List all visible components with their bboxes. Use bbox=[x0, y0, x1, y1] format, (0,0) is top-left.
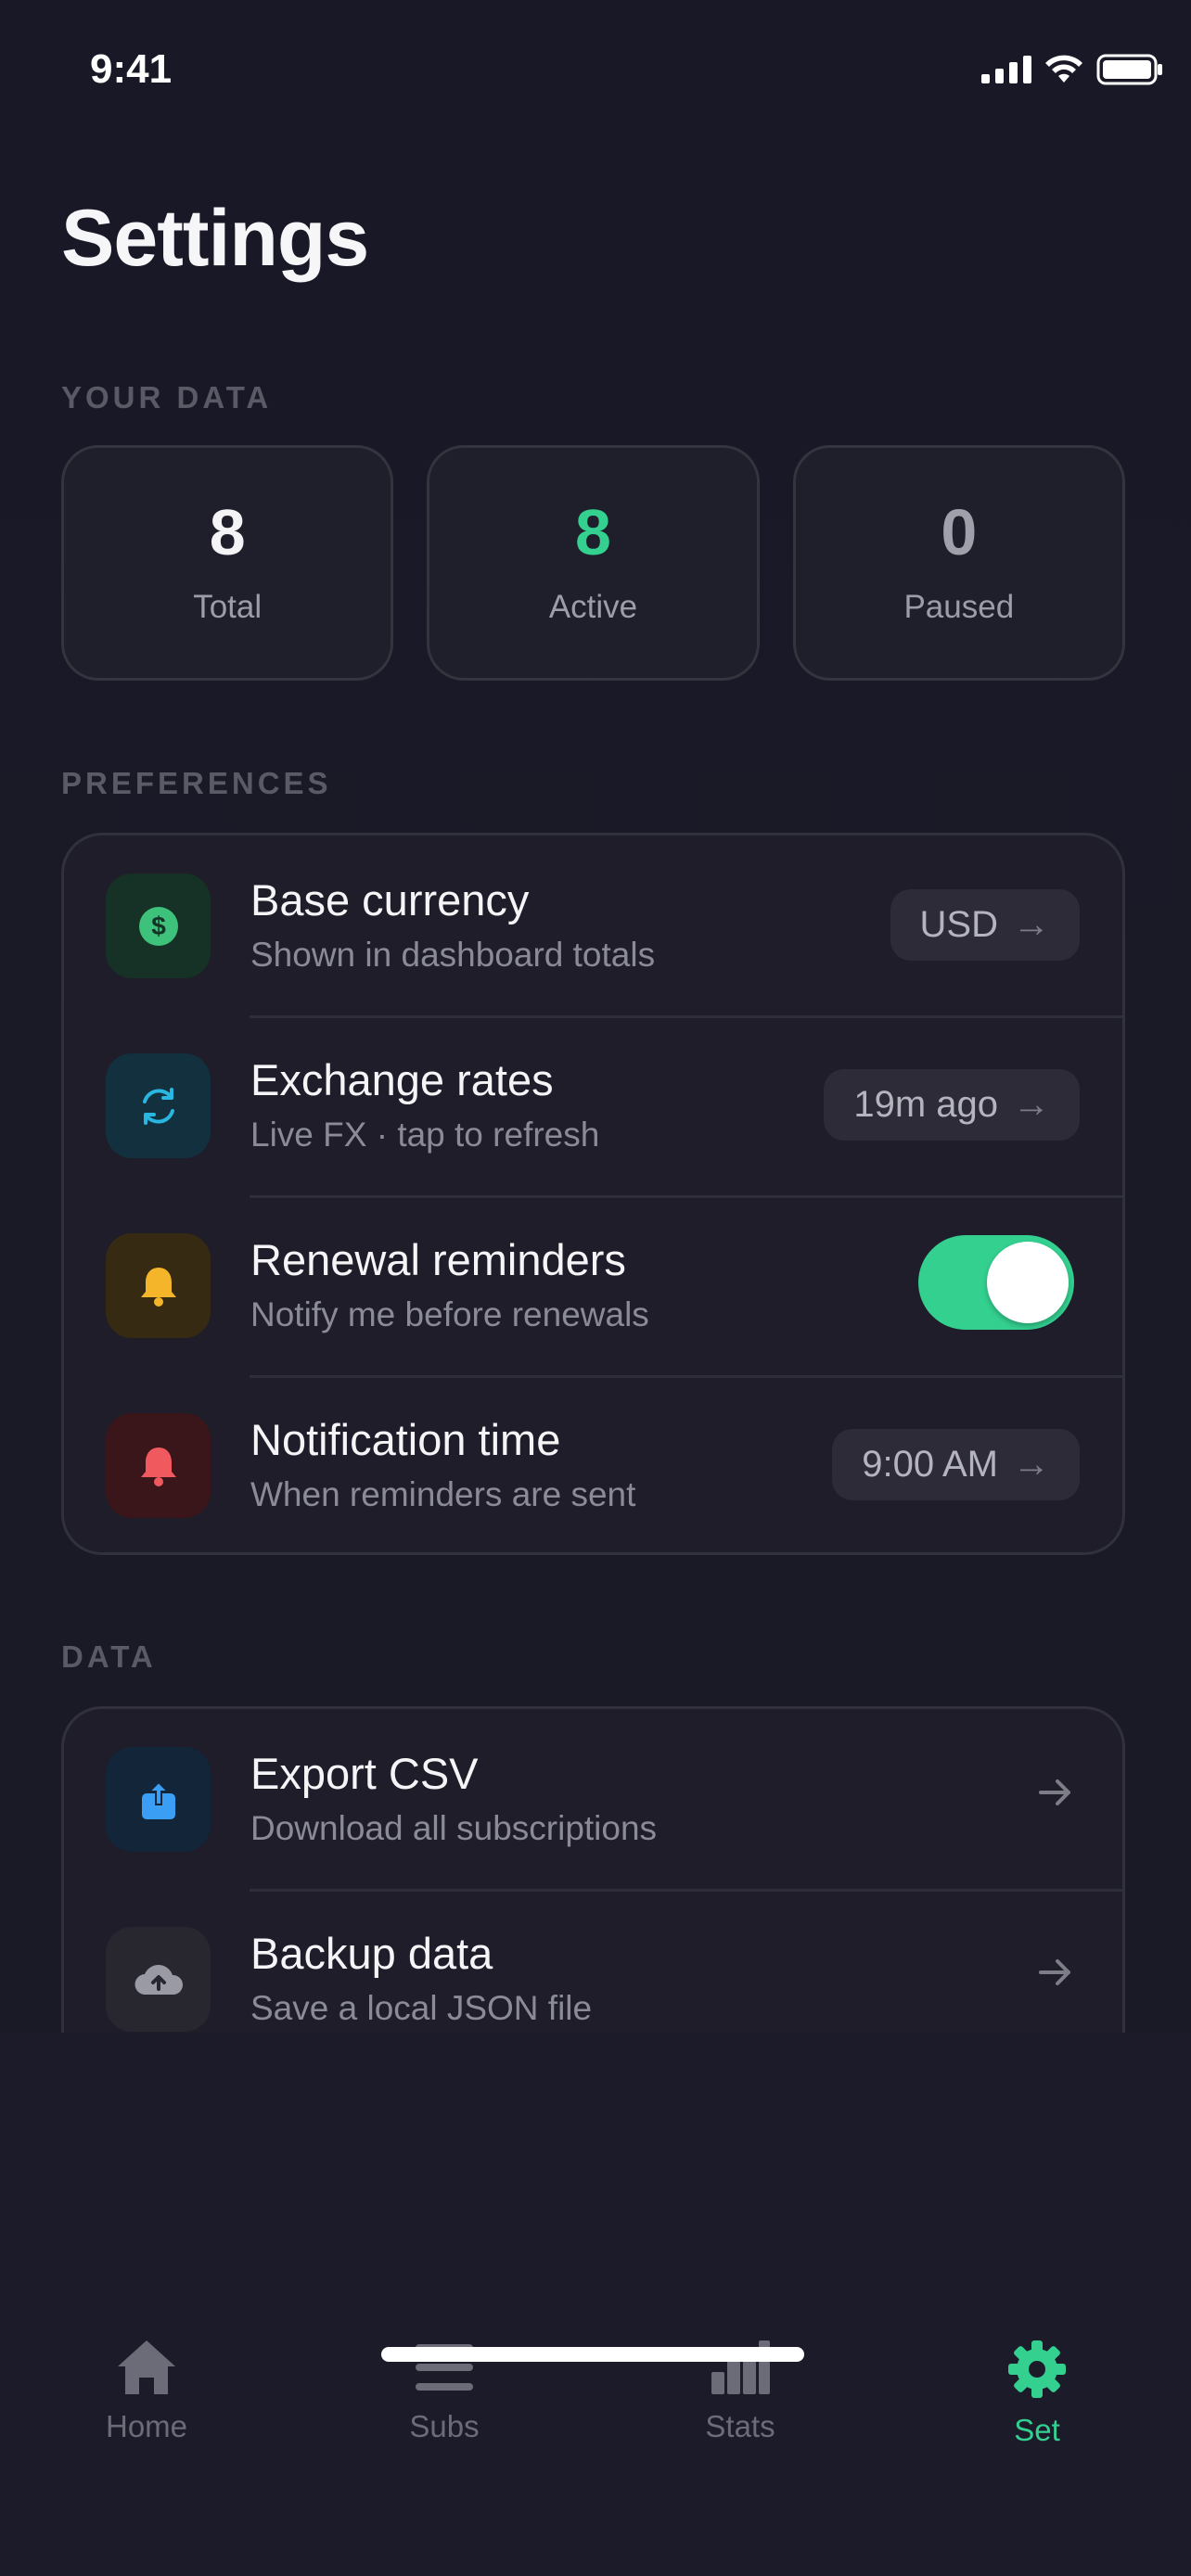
arrow-right-icon: → bbox=[1013, 1084, 1050, 1125]
row-exchange-rates[interactable]: Exchange rates Live FX · tap to refresh … bbox=[64, 1015, 1122, 1195]
row-notification-time[interactable]: Notification time When reminders are sen… bbox=[64, 1375, 1122, 1552]
row-text: Base currency Shown in dashboard totals bbox=[250, 876, 655, 975]
row-export-csv[interactable]: Export CSV Download all subscriptions bbox=[64, 1709, 1122, 1889]
tab-bar: Home Subs Stats Set bbox=[0, 2033, 1191, 2576]
row-subtitle: Live FX · tap to refresh bbox=[250, 1115, 600, 1154]
refresh-icon bbox=[106, 1053, 211, 1158]
section-label-your-data: YOUR DATA bbox=[61, 380, 273, 414]
gear-icon bbox=[1008, 2340, 1066, 2398]
tab-home[interactable]: Home bbox=[63, 2339, 230, 2444]
share-icon bbox=[106, 1747, 211, 1852]
svg-text:$: $ bbox=[151, 912, 166, 940]
stat-value: 8 bbox=[209, 496, 246, 568]
cellular-signal-icon bbox=[981, 56, 1031, 83]
bell-icon bbox=[106, 1233, 211, 1338]
tab-label: Home bbox=[105, 2409, 188, 2443]
row-base-currency[interactable]: $ Base currency Shown in dashboard total… bbox=[64, 835, 1122, 1015]
stat-value: 8 bbox=[575, 496, 611, 568]
toggle-knob bbox=[987, 1242, 1069, 1323]
pill-value: 19m ago bbox=[853, 1084, 998, 1125]
refresh-rates-button[interactable]: 19m ago → bbox=[824, 1069, 1080, 1141]
stat-label: Active bbox=[548, 589, 638, 625]
section-label-data: DATA bbox=[61, 1639, 157, 1674]
row-text: Renewal reminders Notify me before renew… bbox=[250, 1236, 649, 1334]
currency-picker[interactable]: USD → bbox=[890, 889, 1080, 961]
stat-label: Total bbox=[193, 589, 263, 625]
status-time: 9:41 bbox=[90, 46, 173, 92]
battery-icon bbox=[1096, 54, 1163, 85]
row-title: Backup data bbox=[250, 1929, 493, 1978]
stat-card-active: 8 Active bbox=[427, 445, 760, 681]
renewal-reminders-toggle[interactable] bbox=[918, 1235, 1074, 1330]
row-subtitle: Save a local JSON file bbox=[250, 1988, 593, 2027]
preferences-card: $ Base currency Shown in dashboard total… bbox=[61, 833, 1125, 1555]
row-subtitle: Shown in dashboard totals bbox=[250, 935, 656, 974]
row-subtitle: Download all subscriptions bbox=[250, 1808, 658, 1847]
row-title: Base currency bbox=[250, 875, 530, 925]
page-title: Settings bbox=[61, 194, 369, 283]
arrow-right-icon: → bbox=[1013, 904, 1050, 945]
stat-value: 0 bbox=[941, 496, 978, 568]
stat-label: Paused bbox=[903, 589, 1015, 625]
home-indicator[interactable] bbox=[381, 2347, 804, 2362]
row-text: Exchange rates Live FX · tap to refresh bbox=[250, 1056, 599, 1154]
tab-label: Subs bbox=[409, 2409, 480, 2443]
cloud-upload-icon bbox=[106, 1927, 211, 2032]
row-subtitle: When reminders are sent bbox=[250, 1474, 636, 1513]
stat-card-paused: 0 Paused bbox=[792, 445, 1125, 681]
row-title: Export CSV bbox=[250, 1749, 479, 1798]
status-icons bbox=[981, 54, 1163, 85]
home-icon bbox=[118, 2340, 175, 2394]
pill-value: USD bbox=[919, 904, 998, 945]
stat-card-total: 8 Total bbox=[61, 445, 394, 681]
tab-label: Stats bbox=[705, 2409, 775, 2443]
section-label-preferences: PREFERENCES bbox=[61, 766, 332, 800]
arrow-right-icon: → bbox=[1013, 1444, 1050, 1485]
notification-time-picker[interactable]: 9:00 AM → bbox=[832, 1429, 1080, 1500]
tab-settings[interactable]: Set bbox=[954, 2339, 1121, 2448]
tab-label: Set bbox=[1014, 2413, 1060, 2447]
row-title: Exchange rates bbox=[250, 1055, 554, 1104]
row-text: Backup data Save a local JSON file bbox=[250, 1930, 592, 2028]
row-text: Notification time When reminders are sen… bbox=[250, 1416, 635, 1514]
arrow-right-icon bbox=[1039, 1959, 1070, 1985]
bell-icon bbox=[106, 1413, 211, 1518]
pill-value: 9:00 AM bbox=[862, 1444, 998, 1485]
stats-row: 8 Total 8 Active 0 Paused bbox=[61, 445, 1125, 681]
arrow-right-icon bbox=[1039, 1779, 1070, 1805]
row-subtitle: Notify me before renewals bbox=[250, 1294, 649, 1333]
row-backup-data[interactable]: Backup data Save a local JSON file bbox=[64, 1889, 1122, 2033]
dollar-icon: $ bbox=[106, 874, 211, 978]
data-card: Export CSV Download all subscriptions Ba… bbox=[61, 1706, 1125, 2033]
wifi-icon bbox=[1044, 55, 1083, 84]
settings-screen: 9:41 Settings YOUR DATA 8 Total 8 Active… bbox=[0, 0, 1191, 2033]
row-renewal-reminders: Renewal reminders Notify me before renew… bbox=[64, 1195, 1122, 1375]
row-title: Notification time bbox=[250, 1415, 561, 1464]
row-text: Export CSV Download all subscriptions bbox=[250, 1750, 657, 1848]
row-title: Renewal reminders bbox=[250, 1235, 626, 1284]
